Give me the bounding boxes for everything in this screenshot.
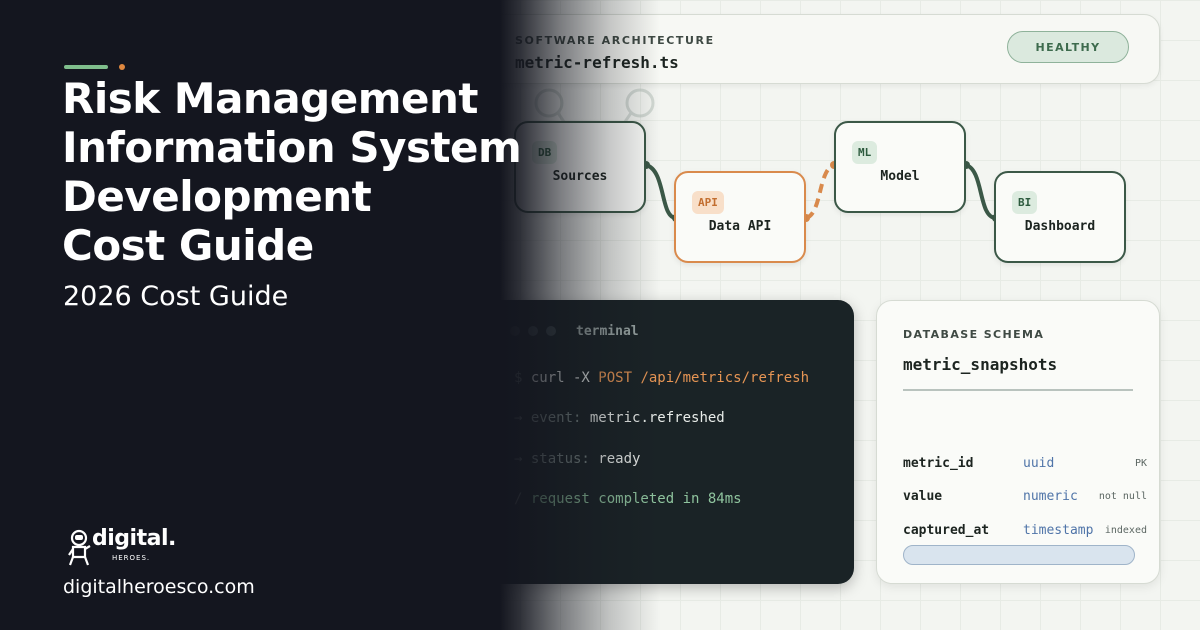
title-line: Cost Guide — [62, 221, 314, 270]
database-schema-card: DATABASE SCHEMA metric_snapshots metric_… — [876, 300, 1160, 584]
node-tag: BI — [1012, 191, 1038, 214]
connector-model-dashboard — [965, 163, 997, 220]
prompt-prefix: $ — [514, 370, 531, 386]
schema-field-row: captured_at timestamp indexed — [903, 523, 1147, 545]
terminal-window: terminal $ curl -X POST /api/metrics/ref… — [486, 300, 854, 584]
field-type: timestamp — [1023, 523, 1094, 538]
accent-line — [64, 65, 108, 69]
page-subtitle: 2026 Cost Guide — [63, 281, 289, 312]
page-title: Risk Management Information System Devel… — [62, 74, 522, 270]
field-note: PK — [1134, 458, 1147, 469]
site-url: digitalheroesco.com — [63, 576, 255, 598]
schema-table-name: metric_snapshots — [903, 355, 1058, 374]
title-line: Information System — [62, 123, 522, 172]
node-tag: ML — [852, 141, 878, 164]
terminal-line: → event: metric.refreshed — [514, 410, 725, 426]
output-key: status: — [530, 451, 599, 467]
field-name: captured_at — [903, 523, 990, 538]
output-duration: 84ms — [707, 491, 742, 507]
window-dot-icon — [546, 326, 556, 336]
node-tag: API — [692, 191, 724, 214]
divider — [903, 389, 1133, 391]
title-line: Risk Management — [62, 74, 478, 123]
schema-field-row: value numeric not null — [903, 489, 1147, 511]
astronaut-icon — [68, 529, 91, 566]
connector-sources-api — [645, 163, 677, 220]
terminal-line: $ curl -X POST /api/metrics/refresh — [514, 370, 809, 386]
output-value: ready — [598, 451, 641, 467]
schema-field-row: metric_id uuid PK — [903, 456, 1147, 478]
pipeline-node-model: ML Model — [834, 121, 966, 213]
output-comment: request completed in — [530, 491, 708, 507]
comment-prefix: / — [514, 491, 531, 507]
window-dot-icon — [510, 326, 520, 336]
title-line: Development — [62, 172, 372, 221]
output-value: metric.refreshed — [589, 410, 725, 426]
arrow-prefix: → — [514, 451, 531, 467]
terminal-line: / request completed in 84ms — [514, 491, 742, 507]
pipeline-node-data-api: API Data API — [674, 171, 806, 263]
node-label: Model — [880, 169, 920, 184]
terminal-line: → status: ready — [514, 451, 640, 467]
pipeline-node-dashboard: BI Dashboard — [994, 171, 1126, 263]
field-type: uuid — [1023, 456, 1055, 471]
connector-api-model — [805, 163, 836, 220]
pipeline-node-sources: DB Sources — [514, 121, 646, 213]
arrow-prefix: → — [514, 410, 531, 426]
terminal-title: terminal — [576, 324, 639, 339]
brand-tagline: HEROES. — [112, 554, 151, 562]
field-type: numeric — [1023, 489, 1078, 504]
command-text: curl -X — [530, 370, 599, 386]
field-name: value — [903, 489, 943, 504]
command-endpoint: POST /api/metrics/refresh — [598, 370, 810, 386]
output-key: event: — [530, 410, 590, 426]
node-label: Dashboard — [1024, 219, 1096, 234]
window-dot-icon — [528, 326, 538, 336]
brand-name: digital. — [92, 526, 176, 551]
brand-logo: digital. HEROES. — [68, 524, 218, 572]
node-tag: DB — [532, 141, 558, 164]
schema-highlight-bar — [903, 545, 1135, 565]
node-label: Data API — [708, 219, 772, 234]
field-name: metric_id — [903, 456, 974, 471]
schema-kicker: DATABASE SCHEMA — [903, 328, 1045, 341]
node-label: Sources — [552, 169, 608, 184]
field-note: indexed — [1104, 525, 1147, 536]
accent-dot — [119, 64, 125, 70]
field-note: not null — [1098, 491, 1147, 502]
